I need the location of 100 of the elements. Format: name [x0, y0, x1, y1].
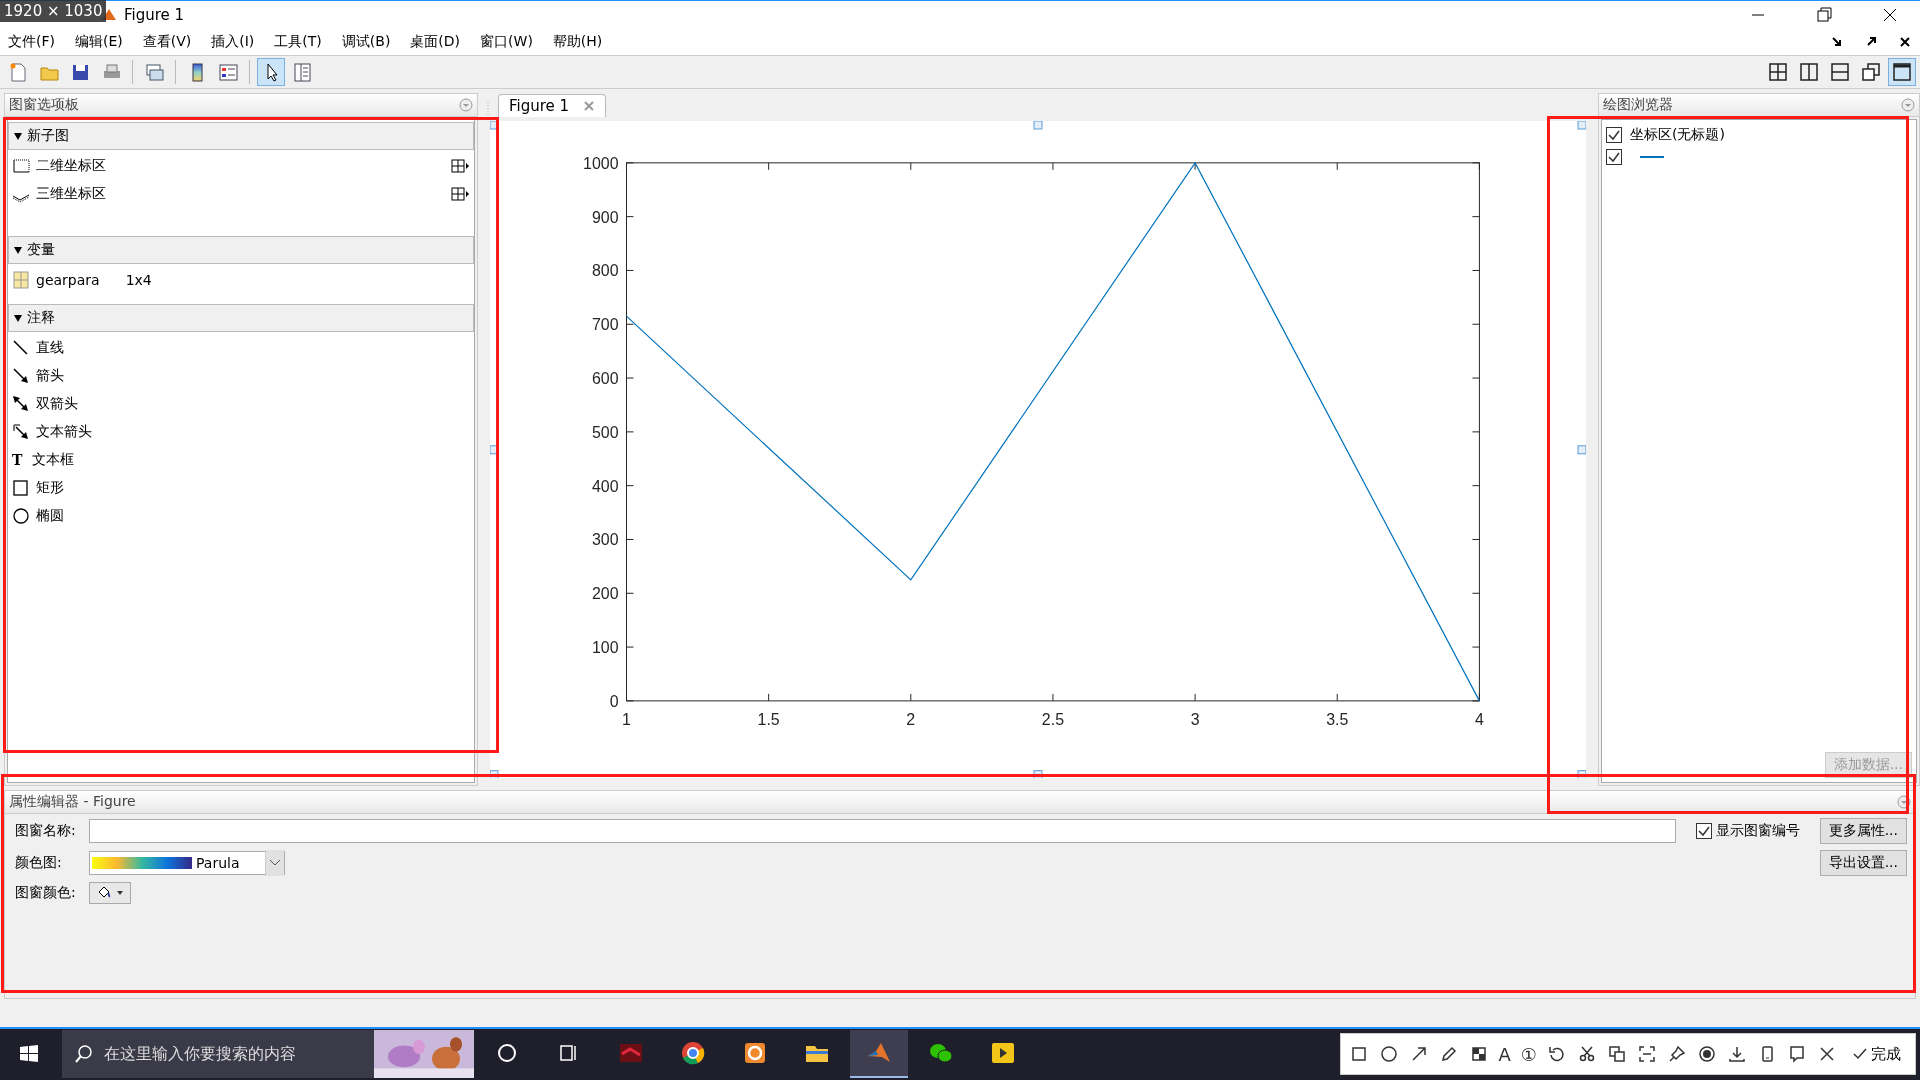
subplot-grid-icon[interactable] — [451, 186, 470, 201]
panel-title: 图窗选项板 — [9, 95, 79, 114]
check-icon[interactable] — [1853, 1047, 1867, 1062]
menu-item[interactable]: 窗口(W) — [480, 33, 533, 52]
maximized-layout-icon[interactable] — [1888, 57, 1916, 86]
figure-name-field[interactable] — [89, 819, 1676, 844]
x-tick-label: 4 — [1474, 710, 1484, 728]
y-tick-label: 0 — [609, 692, 619, 710]
y-tick-label: 900 — [591, 208, 619, 226]
x-tick-label: 1 — [622, 710, 631, 728]
palette-item[interactable]: 三维坐标区 — [36, 184, 106, 203]
selection-handle[interactable] — [1033, 120, 1043, 130]
expanded-triangle-icon[interactable] — [13, 130, 23, 141]
menu-item[interactable]: 插入(I) — [211, 33, 255, 52]
translate-icon[interactable] — [1607, 1044, 1627, 1065]
panel-menu-icon[interactable] — [1897, 795, 1911, 810]
palette-item[interactable]: 文本箭头 — [36, 422, 92, 441]
y-tick-label: 500 — [591, 423, 619, 441]
palette-item[interactable]: 双箭头 — [36, 394, 78, 413]
palette-item[interactable]: 直线 — [36, 338, 64, 357]
record-icon[interactable] — [1697, 1044, 1717, 1065]
palette-item[interactable]: 矩形 — [36, 478, 64, 497]
x-tick-label: 2.5 — [1041, 710, 1064, 728]
menu-item[interactable]: 查看(V) — [142, 33, 192, 52]
plot-object-label[interactable]: 坐标区(无标题) — [1630, 125, 1725, 144]
field-label: 图窗颜色: — [15, 884, 77, 903]
more-properties-button[interactable]: 更多属性... — [1819, 818, 1907, 845]
expanded-triangle-icon[interactable] — [13, 312, 23, 323]
selection-handle[interactable] — [490, 769, 499, 779]
expanded-triangle-icon[interactable] — [13, 244, 23, 255]
color-picker-button[interactable] — [89, 882, 131, 905]
selection-handle[interactable] — [490, 445, 499, 454]
menu-item[interactable]: 工具(T) — [274, 33, 322, 52]
menu-item[interactable]: 桌面(D) — [410, 33, 461, 52]
y-tick-label: 600 — [591, 369, 619, 387]
section-title: 注释 — [27, 308, 55, 327]
selection-handle[interactable] — [1577, 120, 1586, 130]
selection-handle[interactable] — [1577, 769, 1586, 779]
panel-title: 绘图浏览器 — [1603, 95, 1673, 114]
window-title: Figure 1 — [124, 6, 185, 25]
panel-menu-icon[interactable] — [1901, 97, 1915, 112]
double-arrow-icon[interactable] — [12, 394, 30, 413]
checkbox[interactable] — [1695, 823, 1712, 840]
x-tick-label: 2 — [906, 710, 916, 728]
palette-item[interactable]: 箭头 — [36, 366, 64, 385]
checkbox[interactable] — [1606, 126, 1622, 143]
ellipse-icon[interactable] — [12, 506, 30, 525]
section-header[interactable]: 注释 — [8, 303, 474, 332]
palette-item[interactable]: 文本框 — [32, 450, 74, 469]
y-tick-label: 1000 — [583, 154, 619, 172]
variable-size: 1x4 — [125, 271, 152, 288]
y-tick-label: 800 — [591, 262, 619, 280]
palette-item[interactable]: gearpara — [36, 271, 100, 288]
panel-menu-icon[interactable] — [459, 97, 473, 112]
scan-icon[interactable] — [1637, 1044, 1657, 1065]
text-tool[interactable]: A — [1498, 1043, 1511, 1065]
y-tick-label: 700 — [591, 315, 619, 333]
number-tool[interactable]: ① — [1520, 1043, 1537, 1065]
section-title: 变量 — [27, 240, 55, 259]
selection-handle[interactable] — [1033, 769, 1043, 779]
arrow-icon[interactable] — [12, 366, 30, 385]
palette-item[interactable]: 二维坐标区 — [36, 156, 106, 175]
line-icon[interactable] — [12, 338, 30, 357]
menu-item[interactable]: 文件(F) — [8, 33, 55, 52]
y-tick-label: 400 — [591, 477, 619, 495]
checkbox-label: 显示图窗编号 — [1715, 822, 1800, 841]
download-icon[interactable] — [1727, 1044, 1747, 1065]
taskbar-search-field[interactable]: 在这里输入你要搜索的内容 — [62, 1030, 474, 1079]
size-badge: 1920 × 1030 — [0, 0, 107, 22]
search-icon[interactable] — [74, 1044, 94, 1065]
field-label: 图窗名称: — [15, 822, 77, 841]
pointer-icon[interactable] — [257, 57, 285, 86]
menu-item[interactable]: 调试(B) — [341, 33, 391, 52]
menu-item[interactable]: 帮助(H) — [552, 33, 603, 52]
export-settings-button[interactable]: 导出设置... — [1819, 850, 1907, 877]
palette-item[interactable]: 椭圆 — [36, 506, 64, 525]
x-tick-label: 1.5 — [757, 710, 780, 728]
text-arrow-icon[interactable] — [12, 422, 30, 441]
caret-icon[interactable] — [116, 890, 124, 897]
y-tick-label: 300 — [591, 531, 619, 549]
selection-handle[interactable] — [1577, 445, 1586, 454]
menu-item[interactable]: 编辑(E) — [75, 33, 123, 52]
colormap-dropdown[interactable]: Parula — [89, 851, 285, 876]
circle-icon[interactable] — [1378, 1044, 1399, 1065]
selection-handle[interactable] — [490, 120, 499, 130]
y-tick-label: 100 — [591, 638, 619, 656]
panel-title: 属性编辑器 - Figure — [9, 793, 136, 812]
section-header[interactable]: 新子图 — [8, 121, 474, 150]
axes-icon[interactable] — [12, 156, 30, 175]
line-swatch-icon — [1640, 153, 1664, 160]
rectangle-icon[interactable] — [12, 478, 30, 497]
field-label: 颜色图: — [15, 854, 63, 873]
chrome-icon[interactable] — [680, 1040, 706, 1067]
subplot-grid-icon[interactable] — [451, 158, 470, 173]
x-tick-label: 3 — [1190, 710, 1200, 728]
section-header[interactable]: 变量 — [8, 235, 474, 264]
text-tool-glyph[interactable]: T — [12, 451, 26, 468]
note-icon[interactable] — [1787, 1044, 1807, 1065]
figure-tab[interactable]: Figure 1 — [498, 93, 607, 117]
checkbox[interactable] — [1606, 148, 1622, 165]
